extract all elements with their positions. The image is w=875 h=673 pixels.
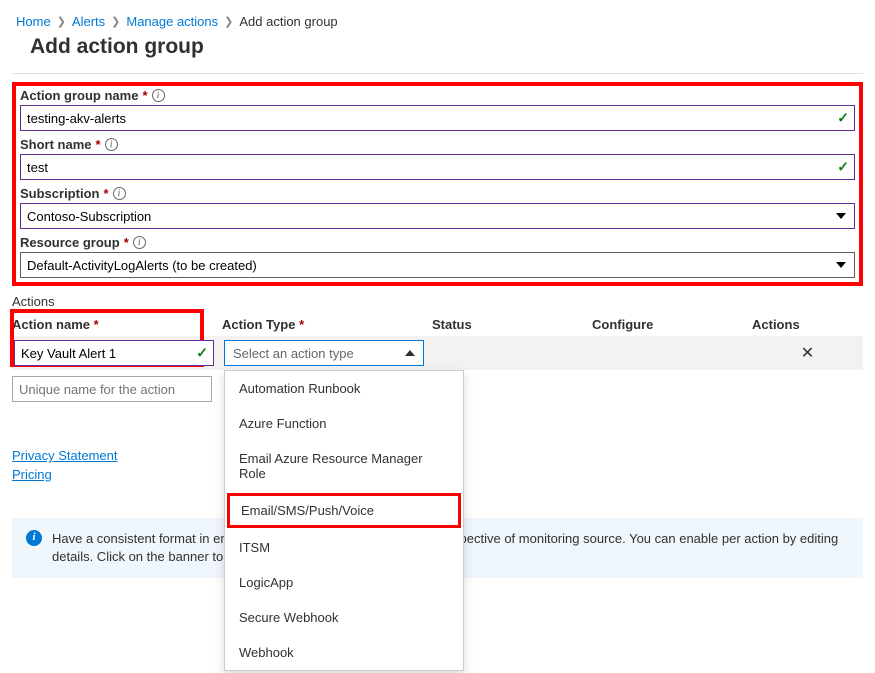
chevron-right-icon: ❯: [111, 15, 120, 28]
breadcrumb-manage-actions[interactable]: Manage actions: [126, 14, 218, 29]
option-azure-function[interactable]: Azure Function: [225, 406, 463, 441]
action-name-input[interactable]: [14, 340, 214, 366]
info-icon[interactable]: i: [152, 89, 165, 102]
option-automation-runbook[interactable]: Automation Runbook: [225, 371, 463, 406]
short-name-label: Short name * i: [20, 137, 855, 152]
subscription-label: Subscription * i: [20, 186, 855, 201]
col-status: Status: [432, 317, 582, 332]
option-itsm[interactable]: ITSM: [225, 530, 463, 565]
required-marker: *: [124, 235, 129, 250]
required-marker: *: [94, 317, 99, 332]
required-marker: *: [142, 88, 147, 103]
page-title: Add action group: [30, 35, 863, 59]
info-icon[interactable]: i: [105, 138, 118, 151]
chevron-right-icon: ❯: [57, 15, 66, 28]
action-type-placeholder: Select an action type: [233, 346, 354, 361]
breadcrumb-alerts[interactable]: Alerts: [72, 14, 105, 29]
breadcrumb: Home ❯ Alerts ❯ Manage actions ❯ Add act…: [12, 8, 863, 33]
info-icon[interactable]: i: [133, 236, 146, 249]
option-logicapp[interactable]: LogicApp: [225, 565, 463, 600]
resource-group-select[interactable]: Default-ActivityLogAlerts (to be created…: [20, 252, 855, 278]
subscription-select[interactable]: Contoso-Subscription: [20, 203, 855, 229]
actions-table-header: Action name * Action Type * Status Confi…: [12, 313, 863, 336]
required-marker: *: [103, 186, 108, 201]
action-group-name-label: Action group name * i: [20, 88, 855, 103]
col-configure: Configure: [592, 317, 742, 332]
check-icon: ✓: [837, 159, 849, 176]
check-icon: ✓: [837, 110, 849, 127]
col-actions: Actions: [752, 317, 863, 332]
required-marker: *: [96, 137, 101, 152]
action-type-dropdown: Automation Runbook Azure Function Email …: [224, 370, 464, 671]
info-icon[interactable]: i: [113, 187, 126, 200]
action-type-select[interactable]: Select an action type: [224, 340, 424, 366]
breadcrumb-current: Add action group: [239, 14, 337, 29]
action-group-name-input[interactable]: [20, 105, 855, 131]
option-email-arm-role[interactable]: Email Azure Resource Manager Role: [225, 441, 463, 491]
required-marker: *: [299, 317, 304, 332]
check-icon: ✓: [196, 345, 208, 362]
table-row: ✓ Select an action type Automation Runbo…: [12, 336, 863, 370]
resource-group-label: Resource group * i: [20, 235, 855, 250]
chevron-right-icon: ❯: [224, 15, 233, 28]
col-action-name: Action name *: [12, 317, 212, 332]
option-webhook[interactable]: Webhook: [225, 635, 463, 670]
delete-row-button[interactable]: ✕: [754, 343, 861, 363]
short-name-input[interactable]: [20, 154, 855, 180]
col-action-type: Action Type *: [222, 317, 422, 332]
divider: [12, 73, 863, 74]
option-email-sms-push-voice[interactable]: Email/SMS/Push/Voice: [227, 493, 461, 528]
chevron-up-icon: [405, 350, 415, 356]
breadcrumb-home[interactable]: Home: [16, 14, 51, 29]
new-action-name-input[interactable]: [12, 376, 212, 402]
form-highlight-box: Action group name * i ✓ Short name * i ✓: [12, 82, 863, 286]
option-secure-webhook[interactable]: Secure Webhook: [225, 600, 463, 635]
actions-heading: Actions: [12, 294, 863, 309]
close-icon: ✕: [801, 345, 814, 362]
info-icon: i: [26, 530, 42, 546]
